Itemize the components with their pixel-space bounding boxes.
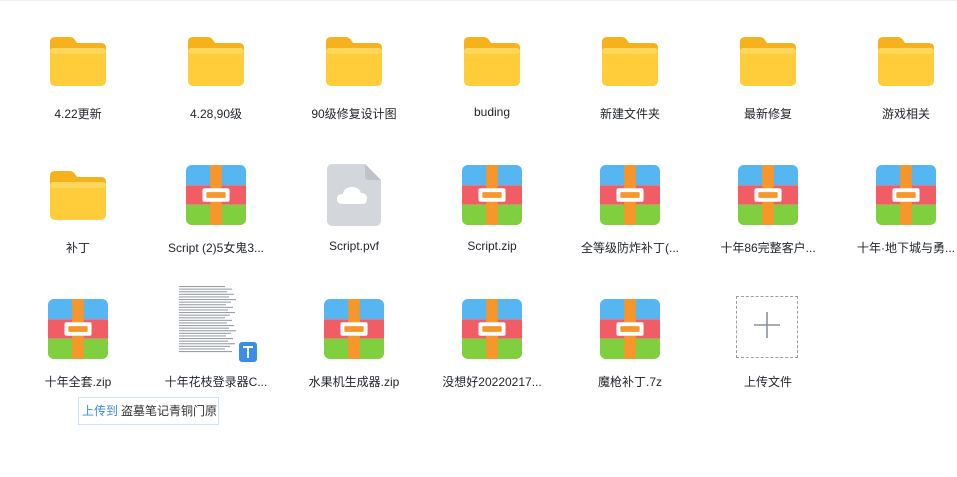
tooltip-prefix: 上传到 (82, 404, 119, 418)
file-item[interactable]: Script.zip (423, 134, 561, 268)
file-item[interactable]: 4.22更新 (9, 0, 147, 134)
archive-icon (876, 162, 936, 228)
archive-icon (600, 296, 660, 362)
file-item[interactable]: buding (423, 0, 561, 134)
file-name-label: 十年·地下城与勇... (857, 241, 955, 255)
file-name-label: Script.pvf (328, 239, 379, 253)
archive-icon (738, 162, 798, 228)
file-item[interactable]: 游戏相关 (837, 0, 957, 134)
archive-icon (600, 162, 660, 228)
folder-icon (48, 28, 108, 94)
file-name-label: 水果机生成器.zip (308, 375, 400, 389)
file-item[interactable]: 魔枪补丁.7z (561, 268, 699, 402)
folder-icon (738, 28, 798, 94)
file-name-label: 4.28,90级 (189, 107, 243, 121)
file-item[interactable]: 90级修复设计图 (285, 0, 423, 134)
file-item[interactable]: 补丁 (9, 134, 147, 268)
file-item[interactable]: 最新修复 (699, 0, 837, 134)
file-name-label: 全等级防炸补丁(... (581, 241, 679, 255)
folder-icon (876, 28, 936, 94)
upload-file-tile[interactable]: 上传文件 (699, 268, 837, 402)
folder-icon (600, 28, 660, 94)
file-item[interactable]: 4.28,90级 (147, 0, 285, 134)
archive-icon (48, 296, 108, 362)
archive-icon (462, 296, 522, 362)
file-item[interactable]: 十年全套.zip (9, 268, 147, 402)
folder-icon (324, 28, 384, 94)
archive-icon (186, 162, 246, 228)
file-item[interactable]: 水果机生成器.zip (285, 268, 423, 402)
upload-dropzone[interactable] (736, 296, 798, 358)
file-name-label: 十年86完整客户... (720, 241, 816, 255)
file-item[interactable]: Script.pvf (285, 134, 423, 268)
file-name-label: 十年全套.zip (44, 375, 112, 389)
tooltip-target: 盗墓笔记青铜门原 (121, 404, 218, 418)
file-name-label: Script (2)5女鬼3... (167, 241, 265, 255)
file-item[interactable]: 新建文件夹 (561, 0, 699, 134)
folder-icon (462, 28, 522, 94)
file-name-label: Script.zip (467, 239, 517, 253)
file-name-label: 90级修复设计图 (311, 107, 397, 121)
file-item[interactable]: 十年·地下城与勇... (837, 134, 957, 268)
upload-tooltip: 上传到 盗墓笔记青铜门原 (78, 397, 219, 425)
file-name-label: buding (473, 105, 511, 119)
file-item[interactable]: 十年86完整客户... (699, 134, 837, 268)
file-item[interactable]: 没想好20220217... (423, 268, 561, 402)
file-item[interactable]: 十年花枝登录器C... (147, 268, 285, 402)
archive-icon (324, 296, 384, 362)
file-name-label: 最新修复 (743, 107, 792, 121)
plus-icon (754, 311, 780, 343)
cloud-file-icon (324, 162, 384, 228)
folder-icon (186, 28, 246, 94)
file-name-label: 新建文件夹 (599, 107, 660, 121)
file-name-label: 游戏相关 (881, 107, 930, 121)
document-thumbnail-icon (177, 284, 259, 366)
file-item[interactable]: Script (2)5女鬼3... (147, 134, 285, 268)
file-name-label: 补丁 (65, 241, 90, 255)
file-name-label: 4.22更新 (54, 107, 102, 121)
archive-icon (462, 162, 522, 228)
upload-label: 上传文件 (743, 375, 792, 389)
file-item[interactable]: 全等级防炸补丁(... (561, 134, 699, 268)
file-name-label: 十年花枝登录器C... (164, 375, 268, 389)
file-name-label: 魔枪补丁.7z (597, 375, 662, 389)
folder-icon (48, 162, 108, 228)
file-name-label: 没想好20220217... (442, 375, 542, 389)
